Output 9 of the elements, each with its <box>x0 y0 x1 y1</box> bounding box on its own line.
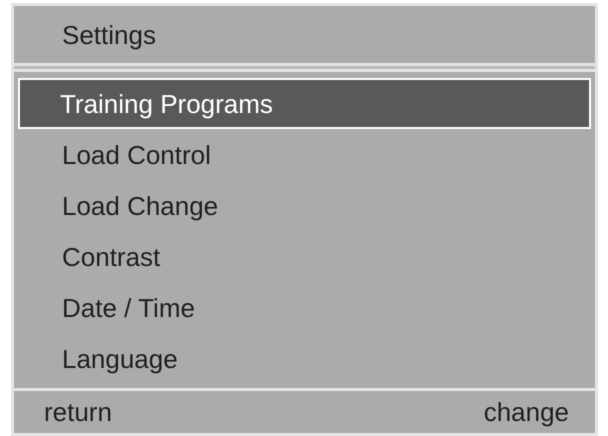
menu-item[interactable]: Training Programs <box>18 78 591 129</box>
menu-item[interactable]: Load Change <box>18 180 591 231</box>
menu-item[interactable]: Contrast <box>18 231 591 282</box>
menu-item[interactable]: Language <box>18 333 591 384</box>
menu-item[interactable]: Date / Time <box>18 282 591 333</box>
return-label[interactable]: return <box>44 399 112 425</box>
menu-item[interactable]: Load Control <box>18 129 591 180</box>
change-label[interactable]: change <box>484 399 569 425</box>
screen-title: Settings <box>62 22 156 48</box>
